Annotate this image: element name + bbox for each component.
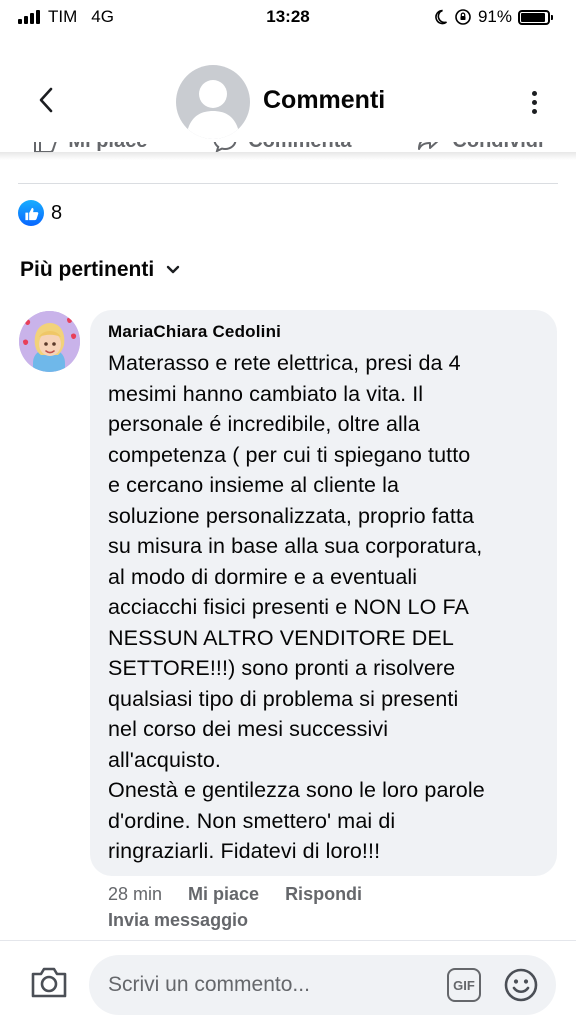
comment-author[interactable]: MariaChiara Cedolini [108,322,543,342]
signal-icon [18,10,40,24]
ellipsis-dot [531,99,537,105]
comment-input[interactable] [108,955,428,1015]
default-avatar-icon [186,80,240,139]
battery-icon [518,9,553,25]
carrier-label: TIM [48,7,78,26]
page-title: Commenti [263,86,386,114]
chevron-left-icon [39,87,53,113]
sort-label: Più pertinenti [20,258,155,281]
avatar[interactable] [19,311,80,372]
status-bar: TIM 4G 13:28 91% [0,0,576,34]
smiley-icon [504,968,538,1002]
emoji-button[interactable] [503,967,539,1003]
orientation-lock-icon [455,9,471,25]
vertical-ellipsis-icon [531,90,537,96]
send-message-button[interactable]: Invia messaggio [108,910,248,931]
comment-text: Materasso e rete elettrica, presi da 4 m… [108,351,485,863]
comment-input-container: GIF [89,955,556,1015]
status-right: 91% [432,7,553,27]
like-action-label: Mi piace [68,142,147,153]
battery-fill [521,12,545,22]
more-options-button[interactable] [522,82,546,122]
comment-time: 28 min [108,884,163,904]
memoji-avatar-icon [19,311,80,372]
thumbs-up-icon [24,207,38,220]
sort-selector[interactable]: Più pertinenti [20,258,180,282]
chevron-down-icon [166,265,180,274]
moon-icon [435,9,447,25]
comment-meta: 28 min Mi piace Rispondi [108,884,362,905]
comment-reply-button[interactable]: Rispondi [285,884,362,905]
network-label: 4G [91,7,114,26]
ellipsis-dot [531,108,537,114]
divider [18,183,558,184]
post-author-avatar[interactable] [176,65,250,139]
reaction-count: 8 [51,201,63,224]
reactions-summary[interactable]: 8 [18,200,62,226]
camera-button[interactable] [29,965,69,1001]
gif-button[interactable]: GIF [447,968,481,1002]
comment-bubble[interactable]: MariaChiara Cedolini Materasso e rete el… [90,310,557,876]
header-shadow [0,152,576,160]
share-action-label: Condividi [452,142,543,153]
battery-percent: 91% [477,7,512,26]
like-reaction-icon [18,200,44,226]
status-left: TIM 4G [18,7,114,27]
comment-composer: GIF [0,940,576,1024]
comment-like-button[interactable]: Mi piace [188,884,259,905]
comment-action-label: Commenta [248,142,351,153]
header: Commenti [0,60,576,142]
back-button[interactable] [26,80,66,120]
camera-icon [31,967,67,998]
